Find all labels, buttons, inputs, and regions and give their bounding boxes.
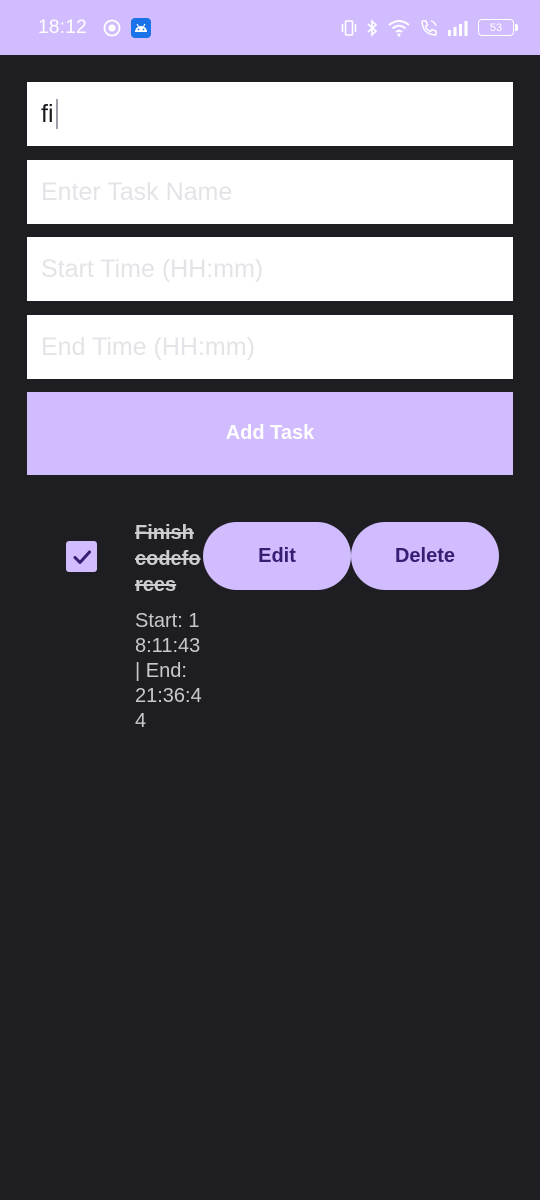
signal-icon: [447, 20, 469, 36]
task-text: Finish codeforces Start: 18:11:43 | End:…: [135, 520, 203, 734]
task-name-placeholder: Enter Task Name: [41, 177, 233, 206]
checkmark-icon: [73, 550, 91, 564]
task-name: Finish codeforces: [135, 522, 201, 596]
delete-button[interactable]: Delete: [351, 522, 499, 590]
task-time: Start: 18:11:43 | End: 21:36:44: [135, 610, 202, 732]
record-icon: [103, 19, 121, 37]
task-name-input[interactable]: Enter Task Name: [27, 160, 513, 224]
end-time-input[interactable]: End Time (HH:mm): [27, 315, 513, 379]
wifi-icon: [387, 19, 411, 37]
edit-label: Edit: [258, 544, 296, 567]
search-input-value: fi: [41, 99, 54, 128]
end-time-placeholder: End Time (HH:mm): [41, 332, 255, 361]
wifi-call-icon: [420, 19, 438, 37]
search-input[interactable]: fi: [27, 82, 513, 146]
status-bar: 18:12 53: [0, 0, 540, 55]
status-time: 18:12: [38, 16, 88, 38]
bluetooth-icon: [366, 18, 378, 37]
task-checkbox[interactable]: [66, 541, 97, 572]
android-app-icon: [131, 17, 152, 38]
vibrate-icon: [341, 19, 357, 37]
text-caret: [55, 99, 58, 129]
battery-level: 53: [489, 21, 503, 34]
add-task-label: Add Task: [225, 422, 315, 444]
edit-button[interactable]: Edit: [203, 522, 351, 590]
battery-icon: 53: [478, 19, 518, 36]
start-time-input[interactable]: Start Time (HH:mm): [27, 237, 513, 301]
start-time-placeholder: Start Time (HH:mm): [41, 254, 264, 283]
delete-label: Delete: [394, 544, 456, 567]
add-task-button[interactable]: Add Task: [27, 392, 513, 475]
